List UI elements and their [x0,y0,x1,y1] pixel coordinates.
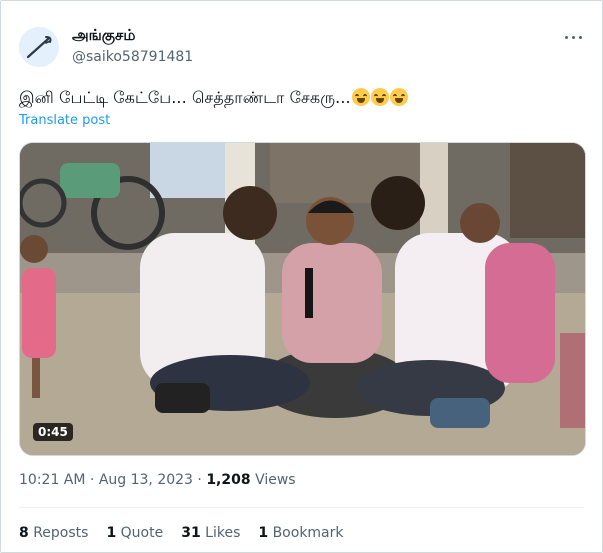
video-player[interactable]: 0:45 [19,142,586,456]
likes-label: Likes [205,525,241,541]
tweet-text: இனி பேட்டி கேட்பே... செத்தாண்டா சேகரு... [19,88,408,109]
more-dot-icon [565,36,568,39]
more-dot-icon [572,36,575,39]
meta-separator: · [89,472,95,488]
face-with-tears-of-joy-icon [351,88,370,106]
likes-count: 31 [181,525,201,541]
translate-post-link[interactable]: Translate post [19,113,110,128]
video-thumbnail-image [20,143,585,455]
bookmarks-label: Bookmark [272,525,344,541]
likes-link[interactable]: 31 Likes [181,525,240,541]
display-name[interactable]: அங்குசம் [72,26,135,46]
more-options-button[interactable] [563,28,585,46]
avatar[interactable] [19,27,59,67]
quotes-link[interactable]: 1 Quote [106,525,163,541]
ankusam-logo-icon [19,27,59,67]
emoji-group [351,88,408,107]
bookmarks-count: 1 [258,525,269,541]
face-with-tears-of-joy-icon [370,88,389,106]
face-with-tears-of-joy-icon [389,88,408,106]
views-label: Views [255,472,296,488]
video-duration-badge: 0:45 [33,423,73,441]
quotes-label: Quote [120,525,164,541]
reposts-label: Reposts [33,525,89,541]
reposts-count: 8 [19,525,29,541]
user-handle[interactable]: @saiko58791481 [72,49,193,65]
meta-separator: · [197,472,202,488]
bookmarks-link[interactable]: 1 Bookmark [258,525,343,541]
reposts-link[interactable]: 8 Reposts [19,525,88,541]
views-count: 1,208 [206,472,251,488]
engagement-stats: 8 Reposts 1 Quote 31 Likes 1 Bookmark [19,525,344,541]
tweet-body: இனி பேட்டி கேட்பே... செத்தாண்டா சேகரு... [19,88,351,107]
post-time[interactable]: 10:21 AM [19,472,85,488]
divider [19,507,584,508]
quotes-count: 1 [106,525,117,541]
post-date[interactable]: Aug 13, 2023 [99,472,193,488]
tweet-meta: 10:21 AM · Aug 13, 2023 · 1,208 Views [19,472,296,488]
more-dot-icon [579,36,582,39]
